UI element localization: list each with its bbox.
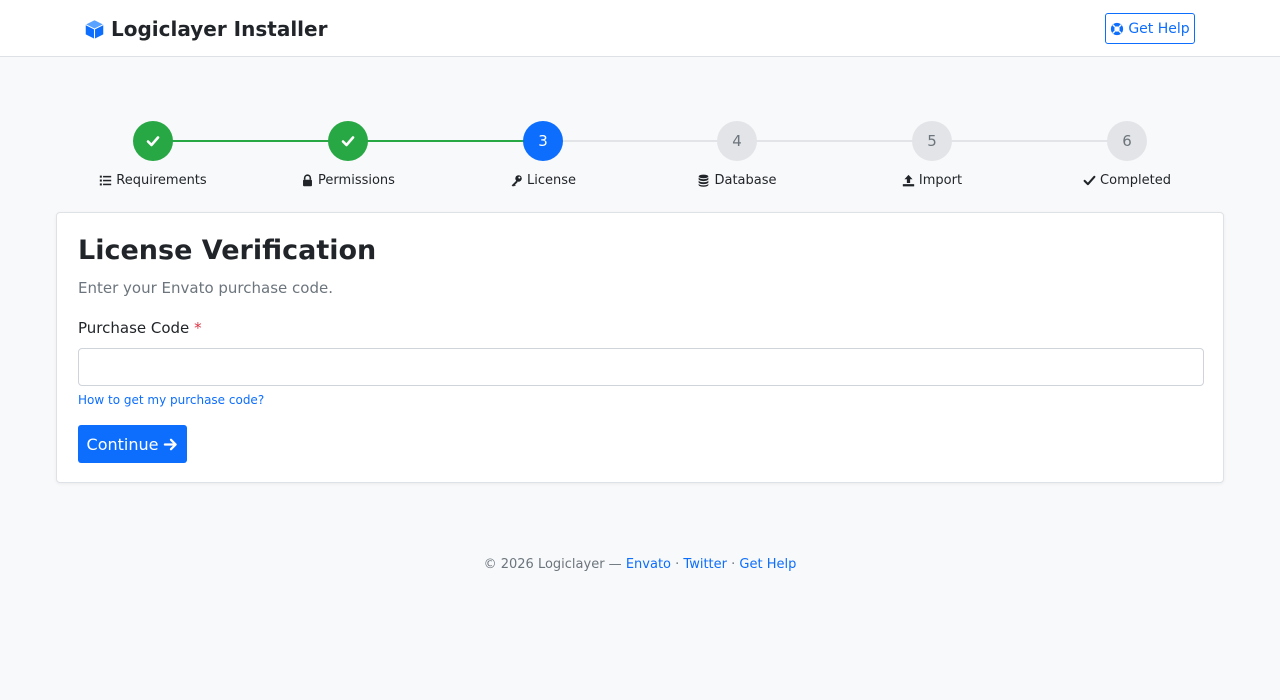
step-circle-completed: 6 — [1107, 121, 1147, 161]
step-circle-requirements — [133, 121, 173, 161]
step-circle-database: 4 — [717, 121, 757, 161]
check-icon — [341, 136, 355, 147]
install-stepper: Requirements Permissions 3 License 4 Dat… — [0, 0, 1280, 200]
continue-button[interactable]: Continue — [78, 425, 187, 463]
step-circle-permissions — [328, 121, 368, 161]
step-label-database: Database — [657, 171, 817, 189]
lock-icon — [303, 173, 313, 186]
upload-icon — [902, 174, 915, 186]
step-label-completed: Completed — [1047, 171, 1207, 189]
step-label-requirements: Requirements — [73, 171, 233, 189]
step-circle-license: 3 — [523, 121, 563, 161]
footer-separator: · — [731, 557, 736, 572]
check-icon — [146, 136, 160, 147]
step-label-import: Import — [852, 171, 1012, 189]
step-label-license: License — [463, 171, 623, 189]
step-connector — [348, 140, 543, 142]
check-icon — [1083, 175, 1096, 185]
step-label-permissions: Permissions — [268, 171, 428, 189]
step-connector — [153, 140, 348, 142]
purchase-code-help-link[interactable]: How to get my purchase code? — [78, 393, 264, 407]
purchase-code-input[interactable] — [78, 348, 1204, 386]
license-card: License Verification Enter your Envato p… — [56, 212, 1224, 483]
database-icon — [699, 174, 709, 187]
key-icon — [511, 174, 522, 187]
step-connector — [932, 140, 1127, 142]
footer-separator: · — [675, 557, 680, 572]
footer-copyright: © 2026 Logiclayer — — [483, 557, 622, 572]
purchase-code-label: Purchase Code * — [78, 319, 202, 337]
step-connector — [543, 140, 737, 142]
continue-label: Continue — [86, 434, 159, 454]
arrow-right-icon — [164, 438, 178, 450]
card-subtitle: Enter your Envato purchase code. — [78, 279, 333, 297]
footer-link-envato[interactable]: Envato — [626, 557, 671, 572]
required-marker: * — [194, 319, 202, 337]
step-connector — [737, 140, 932, 142]
step-circle-import: 5 — [912, 121, 952, 161]
footer-link-get-help[interactable]: Get Help — [739, 557, 796, 572]
footer-link-twitter[interactable]: Twitter — [683, 557, 727, 572]
footer: © 2026 Logiclayer — Envato · Twitter · G… — [0, 557, 1280, 575]
card-title: License Verification — [78, 235, 377, 266]
list-icon — [100, 175, 112, 185]
